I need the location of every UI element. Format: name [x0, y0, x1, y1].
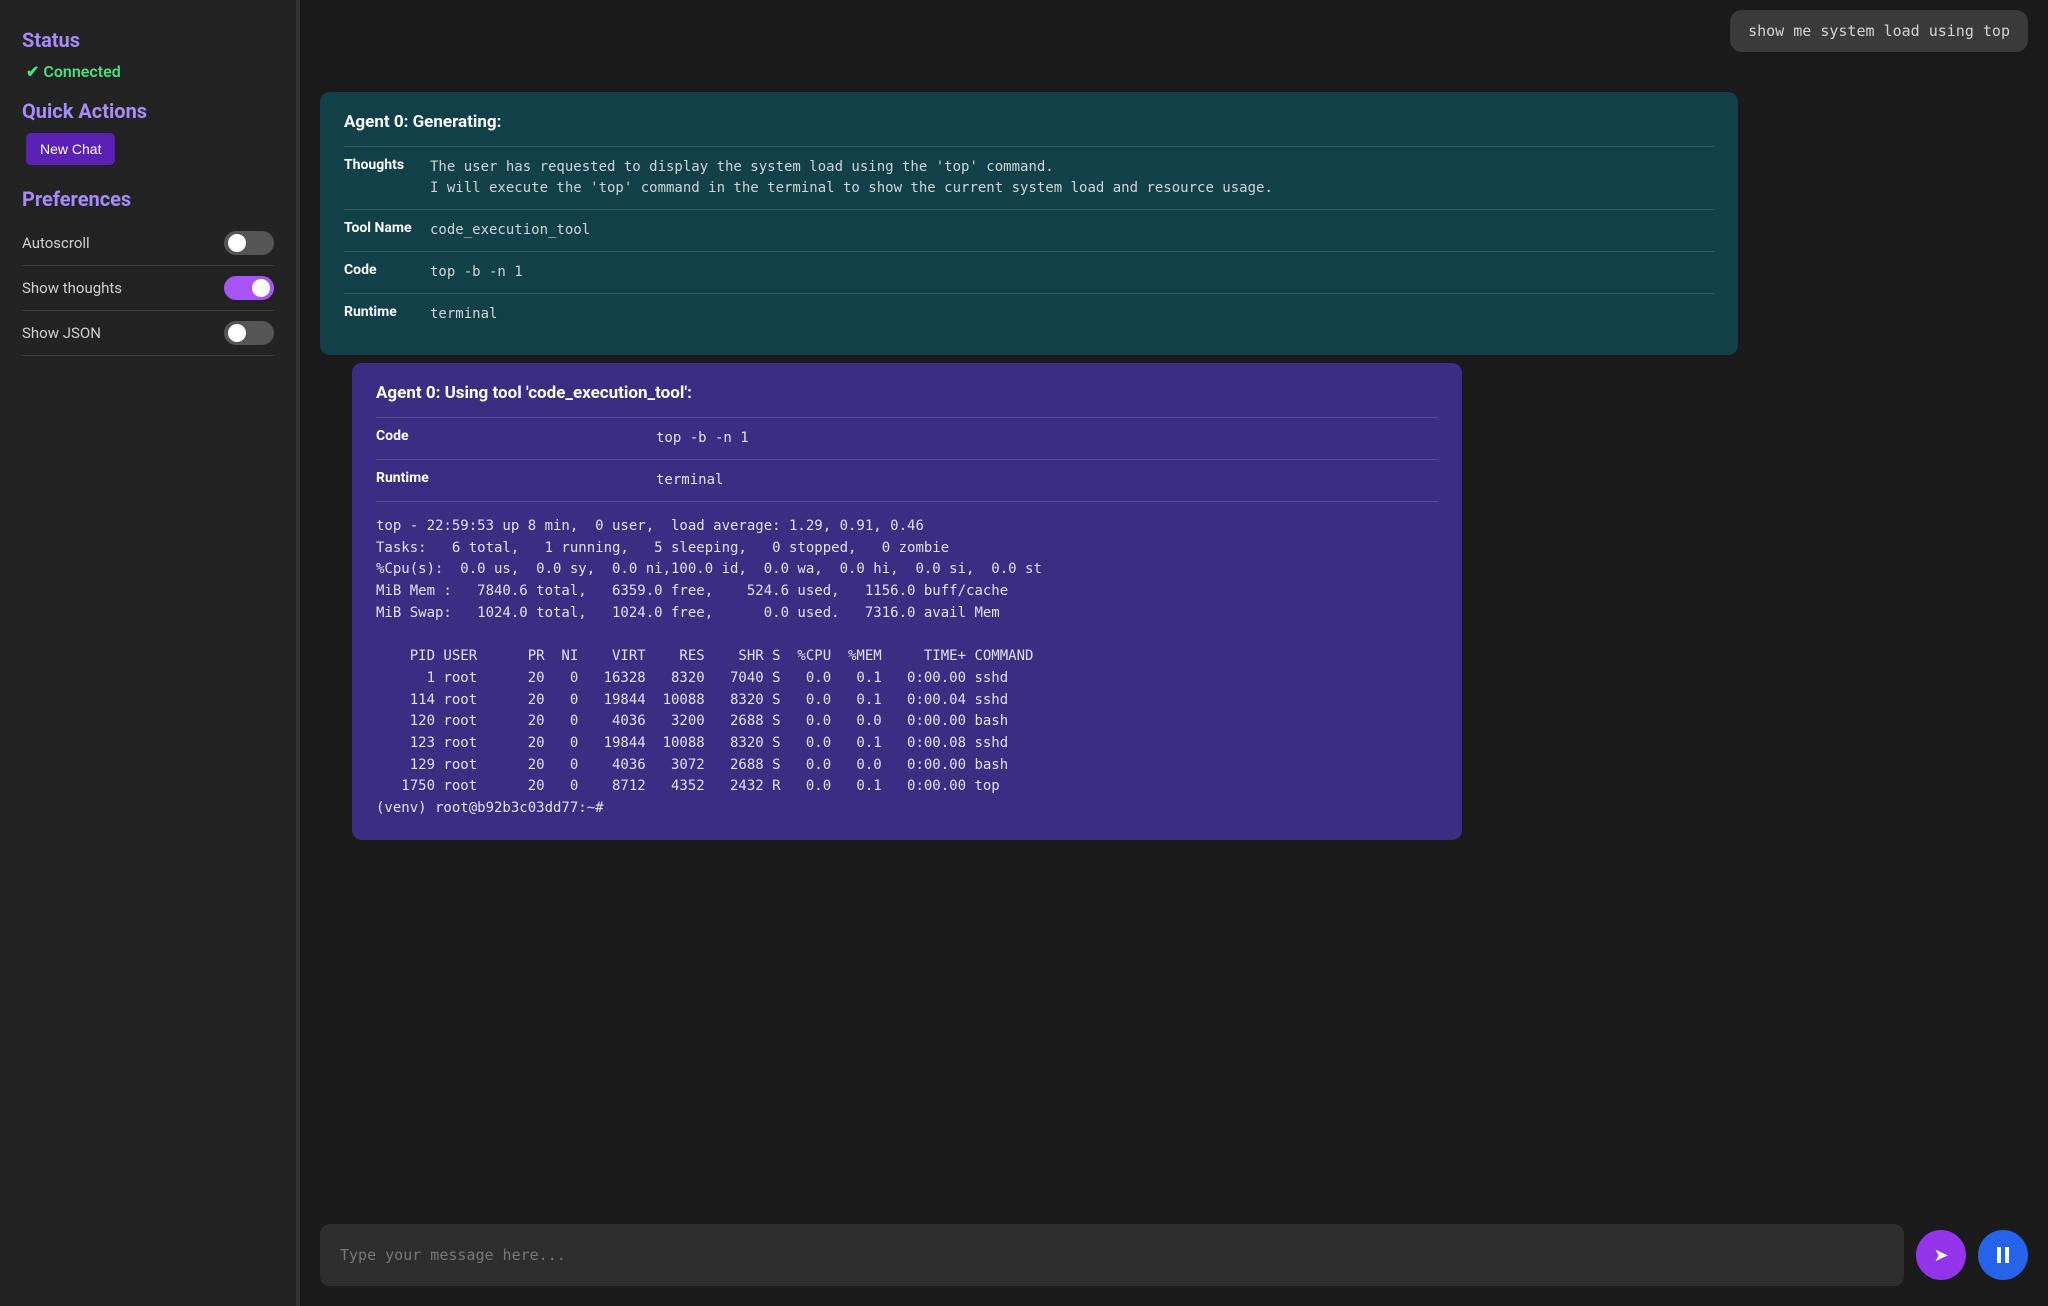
tool-title: Agent 0: Using tool 'code_execution_tool…: [376, 383, 1438, 403]
preferences-heading: Preferences: [22, 187, 274, 211]
quick-actions-heading: Quick Actions: [22, 99, 274, 123]
main-panel: show me system load using top Agent 0: G…: [300, 0, 2048, 1306]
runtime-value: terminal: [430, 304, 497, 325]
send-icon: ➤: [1933, 1245, 1948, 1266]
tool-runtime-value: terminal: [656, 470, 723, 491]
message-input[interactable]: [320, 1224, 1904, 1286]
thoughts-value: The user has requested to display the sy…: [430, 157, 1273, 199]
pause-icon: [1996, 1247, 2010, 1263]
tool-runtime-label: Runtime: [376, 470, 656, 486]
tool-code-label: Code: [376, 428, 656, 444]
code-value: top -b -n 1: [430, 262, 523, 283]
pref-label: Show thoughts: [22, 279, 122, 297]
thoughts-title: Agent 0: Generating:: [344, 112, 1714, 132]
runtime-label: Runtime: [344, 304, 430, 320]
agent-thoughts-box: Agent 0: Generating: Thoughts The user h…: [320, 92, 1738, 355]
pause-button[interactable]: [1978, 1230, 2028, 1280]
tool-code-value: top -b -n 1: [656, 428, 749, 449]
show-json-toggle[interactable]: [224, 321, 274, 345]
pref-show-thoughts: Show thoughts: [22, 266, 274, 311]
show-thoughts-toggle[interactable]: [224, 276, 274, 300]
connection-status: ✔ Connected: [26, 62, 274, 81]
code-label: Code: [344, 262, 430, 278]
user-message: show me system load using top: [1730, 10, 2028, 52]
agent-tool-box: Agent 0: Using tool 'code_execution_tool…: [352, 363, 1462, 840]
input-bar: ➤: [300, 1206, 2048, 1306]
pref-label: Show JSON: [22, 324, 101, 342]
pref-label: Autoscroll: [22, 234, 90, 252]
autoscroll-toggle[interactable]: [224, 231, 274, 255]
new-chat-button[interactable]: New Chat: [26, 133, 115, 165]
thoughts-label: Thoughts: [344, 157, 430, 173]
chat-scroll-area[interactable]: show me system load using top Agent 0: G…: [300, 0, 2048, 1206]
sidebar: Status ✔ Connected Quick Actions New Cha…: [0, 0, 300, 1306]
toolname-label: Tool Name: [344, 220, 430, 236]
pref-show-json: Show JSON: [22, 311, 274, 356]
send-button[interactable]: ➤: [1916, 1230, 1966, 1280]
status-heading: Status: [22, 28, 274, 52]
tool-output: top - 22:59:53 up 8 min, 0 user, load av…: [376, 501, 1438, 820]
pref-autoscroll: Autoscroll: [22, 221, 274, 266]
toolname-value: code_execution_tool: [430, 220, 590, 241]
